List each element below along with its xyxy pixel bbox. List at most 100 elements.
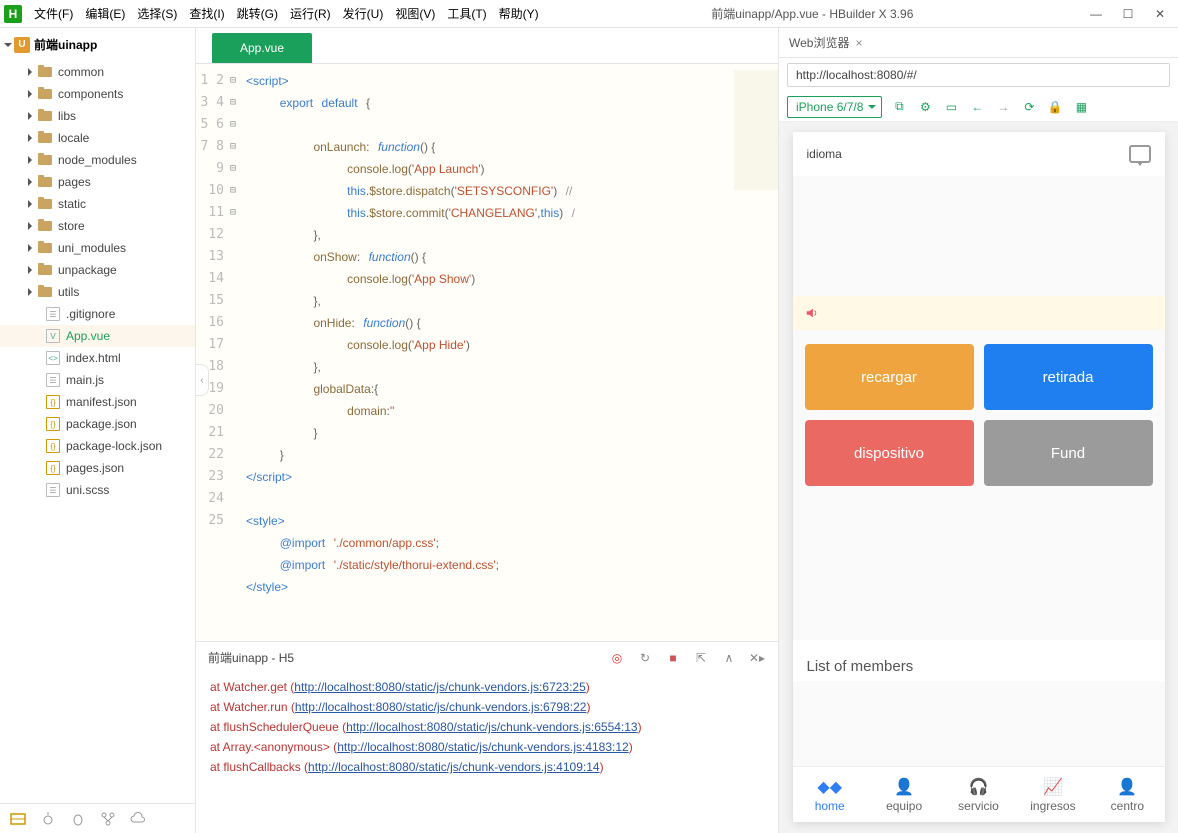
console-line[interactable]: at Watcher.run (http://localhost:8080/st… [210, 697, 764, 717]
chat-icon[interactable] [1129, 145, 1151, 163]
branch-icon[interactable] [100, 811, 116, 827]
folder-node_modules[interactable]: node_modules [0, 149, 195, 171]
nav-home[interactable]: ◆◆home [793, 767, 867, 822]
recharge-button[interactable]: recargar [805, 344, 974, 410]
lock-icon[interactable]: 🔒 [1046, 98, 1064, 116]
folder-pages[interactable]: pages [0, 171, 195, 193]
folder-label: utils [58, 285, 79, 299]
chevron-right-icon [28, 90, 32, 98]
file-pages.json[interactable]: {}pages.json [0, 457, 195, 479]
menu-run[interactable]: 运行(R) [286, 3, 335, 24]
folder-locale[interactable]: locale [0, 127, 195, 149]
project-root[interactable]: U 前端uinapp [0, 28, 195, 61]
withdraw-button[interactable]: retirada [984, 344, 1153, 410]
url-input[interactable] [787, 63, 1170, 87]
center-icon: 👤 [1117, 777, 1137, 797]
menu-tool[interactable]: 工具(T) [443, 3, 490, 24]
folder-label: locale [58, 131, 89, 145]
nav-team[interactable]: 👤equipo [867, 767, 941, 822]
close-button[interactable]: ✕ [1146, 4, 1174, 24]
bug-icon[interactable] [40, 811, 56, 827]
file-icon: {} [46, 461, 60, 475]
bug2-icon[interactable] [70, 811, 86, 827]
file-label: App.vue [66, 329, 110, 343]
grid-icon[interactable]: ▦ [1072, 98, 1090, 116]
file-main.js[interactable]: ☰main.js [0, 369, 195, 391]
console-line[interactable]: at Array.<anonymous> (http://localhost:8… [210, 737, 764, 757]
device-button[interactable]: dispositivo [805, 420, 974, 486]
folder-icon [38, 67, 52, 77]
console-line[interactable]: at Watcher.get (http://localhost:8080/st… [210, 677, 764, 697]
collapse-sidebar-button[interactable]: ‹ [196, 364, 209, 396]
chevron-right-icon [28, 178, 32, 186]
nav-center[interactable]: 👤centro [1090, 767, 1164, 822]
export-icon[interactable]: ⇱ [692, 649, 710, 667]
screen-icon[interactable]: ▭ [942, 98, 960, 116]
gear-icon[interactable]: ⚙ [916, 98, 934, 116]
menu-select[interactable]: 选择(S) [133, 3, 181, 24]
menu-help[interactable]: 帮助(Y) [495, 3, 543, 24]
file-uni.scss[interactable]: ☰uni.scss [0, 479, 195, 501]
menu-view[interactable]: 视图(V) [391, 3, 439, 24]
folder-label: unpackage [58, 263, 117, 277]
console-title: 前端uinapp - H5 [208, 649, 294, 666]
forward-icon[interactable]: → [994, 98, 1012, 116]
folder-icon [38, 243, 52, 253]
menu-edit[interactable]: 编辑(E) [81, 3, 129, 24]
folder-uni_modules[interactable]: uni_modules [0, 237, 195, 259]
nav-service[interactable]: 🎧servicio [941, 767, 1015, 822]
menu-find[interactable]: 查找(I) [185, 3, 228, 24]
chevron-down-icon [4, 43, 12, 47]
refresh-icon[interactable]: ⟳ [1020, 98, 1038, 116]
file-.gitignore[interactable]: ☰.gitignore [0, 303, 195, 325]
maximize-button[interactable]: ☐ [1114, 4, 1142, 24]
folder-static[interactable]: static [0, 193, 195, 215]
minimize-button[interactable]: — [1082, 4, 1110, 24]
fund-button[interactable]: Fund [984, 420, 1153, 486]
chevron-right-icon [28, 200, 32, 208]
nav-income[interactable]: 📈ingresos [1016, 767, 1090, 822]
file-icon: {} [46, 417, 60, 431]
stop-icon[interactable]: ■ [664, 649, 682, 667]
folder-common[interactable]: common [0, 61, 195, 83]
file-label: manifest.json [66, 395, 137, 409]
file-App.vue[interactable]: VApp.vue [0, 325, 195, 347]
close-preview-icon[interactable]: × [855, 36, 862, 50]
close-console-icon[interactable]: ✕▸ [748, 649, 766, 667]
folder-unpackage[interactable]: unpackage [0, 259, 195, 281]
preview-tab-label[interactable]: Web浏览器 [789, 34, 849, 51]
menu-publish[interactable]: 发行(U) [339, 3, 388, 24]
nav-income-label: ingresos [1030, 799, 1075, 813]
phone-frame: idioma recargar retirada dispositivo Fun… [793, 132, 1165, 822]
target-icon[interactable]: ◎ [608, 649, 626, 667]
notice-strip[interactable] [793, 296, 1165, 330]
folder-store[interactable]: store [0, 215, 195, 237]
collapse-up-icon[interactable]: ∧ [720, 649, 738, 667]
menu-file[interactable]: 文件(F) [30, 3, 77, 24]
cloud-icon[interactable] [130, 811, 146, 827]
file-package-lock.json[interactable]: {}package-lock.json [0, 435, 195, 457]
code-editor[interactable]: ‹ 1 2 3 4 5 6 7 8 9 10 11 12 13 14 15 16… [196, 64, 778, 641]
folder-libs[interactable]: libs [0, 105, 195, 127]
project-sidebar: U 前端uinapp commoncomponentslibs locale nod… [0, 28, 196, 833]
drawer-icon[interactable] [10, 811, 26, 827]
restart-icon[interactable]: ↻ [636, 649, 654, 667]
folder-label: pages [58, 175, 91, 189]
open-external-icon[interactable]: ⧉ [890, 98, 908, 116]
address-bar [779, 58, 1178, 92]
file-index.html[interactable]: <>index.html [0, 347, 195, 369]
minimap[interactable] [734, 70, 778, 190]
console-line[interactable]: at flushSchedulerQueue (http://localhost… [210, 717, 764, 737]
console-output[interactable]: at Watcher.get (http://localhost:8080/st… [196, 673, 778, 833]
file-package.json[interactable]: {}package.json [0, 413, 195, 435]
file-manifest.json[interactable]: {}manifest.json [0, 391, 195, 413]
folder-components[interactable]: components [0, 83, 195, 105]
back-icon[interactable]: ← [968, 98, 986, 116]
chevron-right-icon [28, 222, 32, 230]
tab-appvue[interactable]: App.vue [212, 33, 312, 63]
code-content[interactable]: <script> export default { onLaunch: func… [242, 64, 778, 641]
menu-goto[interactable]: 跳转(G) [233, 3, 282, 24]
folder-utils[interactable]: utils [0, 281, 195, 303]
console-line[interactable]: at flushCallbacks (http://localhost:8080… [210, 757, 764, 777]
device-selector[interactable]: iPhone 6/7/8 [787, 96, 882, 118]
